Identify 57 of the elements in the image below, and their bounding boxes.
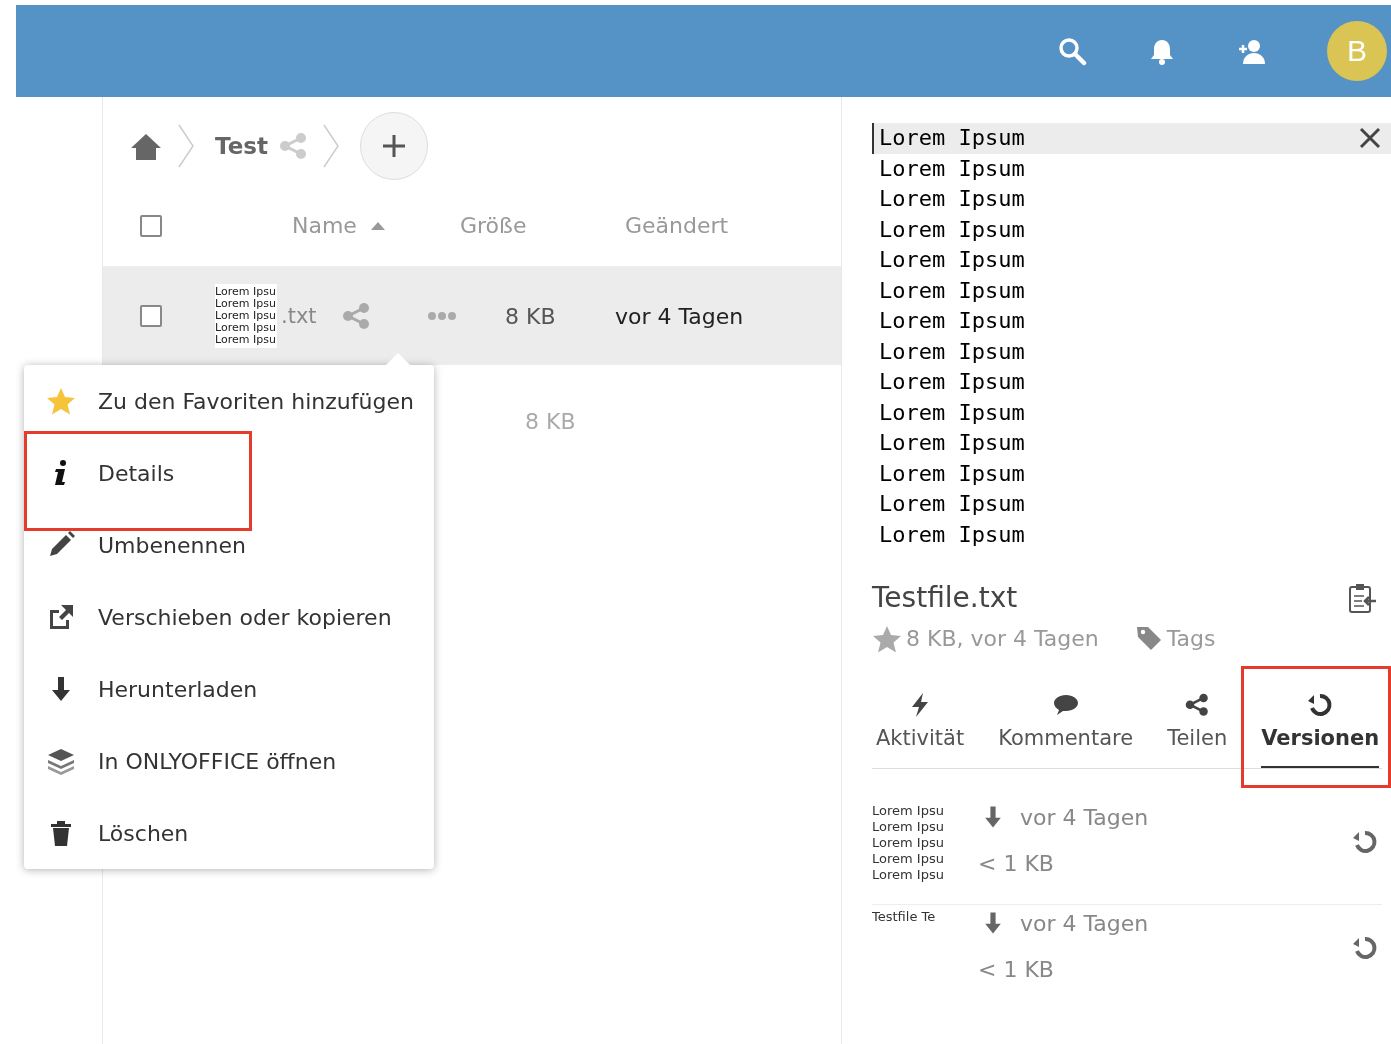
sidebar-tab[interactable]: Teilen bbox=[1167, 678, 1228, 768]
checkbox[interactable] bbox=[140, 305, 162, 327]
preview-line: Lorem Ipsum bbox=[878, 185, 1026, 213]
close-icon[interactable] bbox=[1359, 127, 1381, 150]
plus-icon bbox=[380, 133, 407, 159]
menu-item[interactable]: Details bbox=[24, 437, 434, 509]
version-thumbnail: Testfile Te bbox=[872, 909, 937, 925]
preview-line: Lorem Ipsum bbox=[878, 429, 1026, 457]
share-icon bbox=[1184, 692, 1211, 718]
preview-line: Lorem Ipsum bbox=[878, 276, 1026, 305]
menu-item[interactable]: Umbenennen bbox=[24, 509, 434, 581]
preview-line: Lorem Ipsum bbox=[878, 459, 1026, 488]
preview-line: Lorem Ipsum bbox=[878, 337, 1026, 366]
chevron-icon bbox=[177, 123, 195, 169]
preview-line: Lorem Ipsum bbox=[878, 520, 1026, 549]
file-meta: 8 KB, vor 4 Tagen bbox=[906, 625, 1099, 651]
menu-item[interactable]: Zu den Favoriten hinzufügen bbox=[24, 365, 434, 437]
preview-line: Lorem Ipsum bbox=[878, 246, 1026, 274]
version-size: < 1 KB bbox=[978, 957, 1055, 982]
sidebar-tab[interactable]: Kommentare bbox=[998, 678, 1134, 768]
file-title: Testfile.txt bbox=[872, 581, 1018, 614]
home-icon[interactable] bbox=[129, 131, 163, 161]
layers-icon bbox=[46, 746, 76, 776]
menu-item[interactable]: Verschieben oder kopieren bbox=[24, 581, 434, 653]
chevron-icon bbox=[321, 123, 340, 169]
restore-icon[interactable] bbox=[1352, 935, 1378, 961]
restore-icon[interactable] bbox=[1352, 829, 1378, 855]
version-thumbnail: Lorem Ipsu Lorem Ipsu Lorem Ipsu Lorem Ipsu Lorem Ipsu bbox=[872, 803, 945, 883]
star-icon[interactable] bbox=[872, 624, 902, 652]
version-size: < 1 KB bbox=[978, 851, 1055, 876]
search-icon[interactable] bbox=[1057, 36, 1087, 66]
clipboard-icon[interactable] bbox=[1347, 581, 1377, 614]
file-size: 8 KB bbox=[505, 303, 557, 329]
sidebar-tab[interactable]: Aktivität bbox=[876, 678, 965, 768]
breadcrumb-folder[interactable]: Test bbox=[209, 133, 278, 159]
menu-item[interactable]: Löschen bbox=[24, 797, 434, 869]
preview-line: Lorem Ipsum bbox=[878, 368, 1026, 396]
preview-line: Lorem Ipsum bbox=[878, 215, 1026, 244]
history-icon bbox=[1307, 692, 1334, 718]
preview-line: Lorem Ipsum bbox=[878, 307, 1026, 335]
file-modified: vor 4 Tagen bbox=[615, 303, 744, 329]
file-thumbnail: Lorem Ipsu Lorem Ipsu Lorem Ipsu Lorem Ipsu Lorem Ipsu bbox=[215, 284, 277, 348]
menu-item[interactable]: Herunterladen bbox=[24, 653, 434, 725]
share-icon[interactable] bbox=[341, 301, 371, 331]
speech-bubble-icon bbox=[1052, 692, 1079, 718]
preview-line: Lorem Ipsum bbox=[878, 490, 1026, 518]
preview-line: Lorem Ipsum bbox=[878, 154, 1026, 183]
more-icon[interactable] bbox=[427, 311, 457, 321]
menu-item[interactable]: In ONLYOFFICE öffnen bbox=[24, 725, 434, 797]
version-time[interactable]: vor 4 Tagen bbox=[1020, 910, 1149, 936]
star-icon bbox=[46, 386, 76, 416]
tag-icon bbox=[1134, 624, 1163, 652]
checkbox[interactable] bbox=[140, 214, 162, 237]
sidebar-tab[interactable]: Versionen bbox=[1261, 678, 1380, 768]
preview-line: Lorem Ipsum bbox=[879, 124, 1025, 152]
preview-line: Lorem Ipsum bbox=[878, 398, 1026, 427]
version-time[interactable]: vor 4 Tagen bbox=[1020, 804, 1149, 830]
